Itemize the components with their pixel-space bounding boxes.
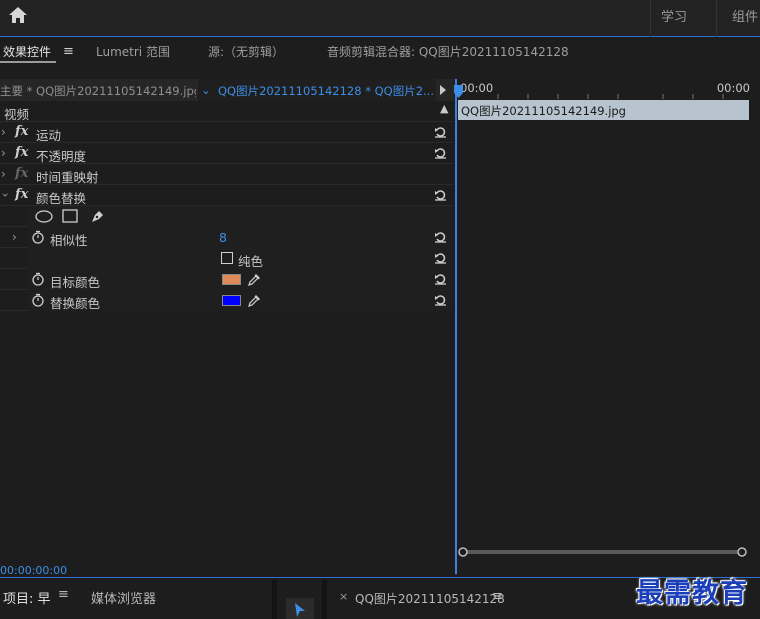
workspace-learn[interactable]: 学习: [661, 6, 687, 25]
home-icon[interactable]: [8, 6, 28, 24]
pane-separator: [322, 580, 327, 619]
effect-label: 运动: [36, 128, 62, 143]
target-color-swatch[interactable]: [222, 274, 241, 285]
master-clip-label[interactable]: 主要 * QQ图片20211105142149.jpg: [0, 83, 196, 99]
pen-mask-icon[interactable]: [89, 208, 105, 224]
param-label: 目标颜色: [50, 275, 101, 290]
fx-icon[interactable]: fx: [15, 187, 28, 202]
stopwatch-icon[interactable]: [31, 293, 45, 307]
effect-label: 不透明度: [36, 149, 87, 164]
chevron-right-icon[interactable]: ›: [1, 167, 6, 181]
effect-row-opacity[interactable]: › fx 不透明度: [0, 143, 454, 164]
chevron-down-icon: ⌄: [201, 83, 211, 97]
top-bar: 学习 组件: [0, 0, 760, 37]
playhead-marker-icon[interactable]: [454, 85, 463, 99]
effect-label: 颜色替换: [36, 191, 87, 206]
tab-media-browser[interactable]: 媒体浏览器: [91, 588, 156, 607]
ellipse-mask-icon[interactable]: [35, 210, 53, 223]
collapse-up-icon[interactable]: ▲: [440, 102, 448, 115]
workspace-assembly[interactable]: 组件: [732, 6, 758, 25]
effect-row-motion[interactable]: › fx 运动: [0, 122, 454, 143]
effect-controls-header: 主要 * QQ图片20211105142149.jpg ⌄ QQ图片202111…: [0, 79, 454, 101]
stopwatch-icon[interactable]: [31, 230, 45, 244]
tab-source[interactable]: 源:（无剪辑）: [208, 43, 284, 60]
tab-audio-mixer[interactable]: 音频剪辑混合器: QQ图片20211105142128: [327, 43, 569, 60]
reset-icon[interactable]: [434, 293, 447, 306]
param-label: 替换颜色: [50, 296, 101, 311]
chevron-down-icon[interactable]: ›: [0, 193, 12, 198]
effect-label: 时间重映射: [36, 170, 99, 185]
playhead-line[interactable]: [455, 79, 457, 574]
chevron-right-icon[interactable]: ›: [1, 146, 6, 160]
panel-menu-icon[interactable]: ≡: [63, 44, 74, 59]
separator: [650, 0, 651, 37]
effect-row-color-replace[interactable]: › fx 颜色替换: [0, 185, 454, 206]
active-tab-indicator: [0, 61, 56, 63]
timeline-scrollbar[interactable]: [458, 546, 747, 558]
stopwatch-icon[interactable]: [31, 272, 45, 286]
selection-arrow-icon: [295, 603, 305, 617]
clip-name: QQ图片20211105142128 * QQ图片2...: [218, 84, 434, 98]
param-label: 相似性: [50, 233, 88, 248]
clip-selector[interactable]: ⌄ QQ图片20211105142128 * QQ图片2...: [198, 79, 436, 101]
selection-tool-button[interactable]: [286, 598, 314, 619]
play-icon[interactable]: [440, 85, 446, 95]
video-section-label: 视频: [4, 107, 30, 122]
timeline-clip[interactable]: QQ图片20211105142149.jpg: [458, 100, 749, 120]
pane-separator: [272, 580, 277, 619]
fx-icon[interactable]: fx: [15, 124, 28, 139]
current-timecode[interactable]: 00:00:00:00: [0, 564, 67, 577]
reset-icon[interactable]: [434, 272, 447, 285]
reset-icon[interactable]: [434, 125, 447, 138]
tab-sequence[interactable]: QQ图片20211105142128: [355, 590, 505, 607]
close-icon[interactable]: ×: [339, 590, 348, 603]
eyedropper-icon[interactable]: [247, 293, 261, 308]
ruler-ticks: [497, 94, 724, 99]
param-row-replace-color: 替换颜色: [0, 290, 454, 311]
timeline-clip-name: QQ图片20211105142149.jpg: [461, 104, 626, 118]
param-row-similarity: › 相似性 8: [0, 227, 454, 248]
panel-menu-icon[interactable]: ≡: [58, 587, 69, 602]
reset-icon[interactable]: [434, 146, 447, 159]
similarity-value[interactable]: 8: [219, 230, 227, 245]
solid-color-checkbox[interactable]: [221, 252, 233, 264]
tab-project[interactable]: 项目: 早: [3, 588, 51, 607]
param-row-target-color: 目标颜色: [0, 269, 454, 290]
param-row-solid-color: 纯色: [0, 248, 454, 269]
chevron-right-icon[interactable]: ›: [12, 230, 17, 244]
video-section-row: 视频 ▲: [0, 101, 454, 122]
fx-icon: fx: [15, 166, 29, 181]
replace-color-swatch[interactable]: [222, 295, 241, 306]
reset-icon[interactable]: [434, 230, 447, 243]
effect-row-time-remap[interactable]: › fx 时间重映射: [0, 164, 454, 185]
tab-lumetri[interactable]: Lumetri 范围: [96, 43, 170, 60]
reset-icon[interactable]: [434, 251, 447, 264]
panel-menu-icon[interactable]: ≡: [492, 589, 503, 604]
rectangle-mask-icon[interactable]: [62, 209, 78, 223]
tab-effect-controls[interactable]: 效果控件: [3, 43, 51, 60]
mask-tools-row: [0, 206, 454, 227]
reset-icon[interactable]: [434, 188, 447, 201]
solid-color-label: 纯色: [238, 254, 264, 269]
separator: [716, 0, 717, 37]
panel-tabs: 效果控件 ≡ Lumetri 范围 源:（无剪辑） 音频剪辑混合器: QQ图片2…: [0, 38, 760, 64]
fx-icon[interactable]: fx: [15, 145, 28, 160]
timeline-ruler[interactable]: 00:00 00:00: [454, 79, 760, 99]
eyedropper-icon[interactable]: [247, 272, 261, 287]
chevron-right-icon[interactable]: ›: [1, 125, 6, 139]
watermark: 最需教育: [636, 578, 748, 609]
